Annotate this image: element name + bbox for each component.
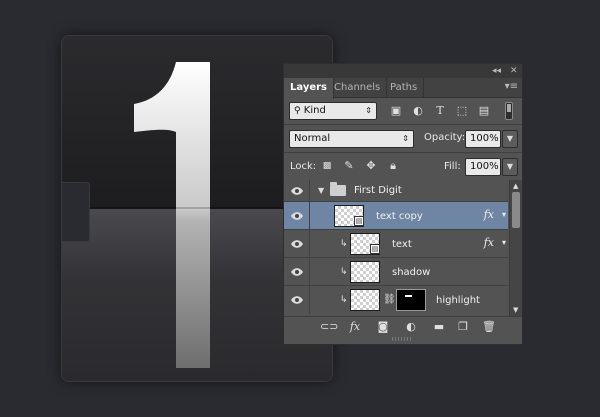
- image-filter-icon[interactable]: ▣: [389, 104, 403, 118]
- panel-menu-icon[interactable]: ▾≡: [505, 81, 518, 92]
- panel-titlebar: ◂◂ ✕: [284, 64, 522, 78]
- fx-badge[interactable]: fx: [484, 208, 494, 221]
- scrollbar-thumb[interactable]: [512, 192, 520, 228]
- layer-row-text[interactable]: ↳ ▤ text fx ▾: [284, 230, 508, 258]
- layers-list: ▼ First Digit ▤ text copy fx ▾ ↳ ▤ text …: [284, 180, 508, 316]
- clipping-arrow-icon: ↳: [340, 239, 348, 249]
- layer-name: text: [392, 239, 412, 250]
- visibility-column: [284, 286, 310, 314]
- eye-icon[interactable]: [290, 295, 304, 305]
- separator: [284, 124, 522, 125]
- layer-row-shadow[interactable]: ↳ shadow: [284, 258, 508, 286]
- filter-row: ⚲ Kind ⇕ ▣ ◐ T ⬚ ▤: [289, 102, 517, 120]
- layer-thumbnail: [350, 289, 380, 311]
- close-icon[interactable]: ✕: [510, 65, 518, 77]
- panel-resize-grip[interactable]: [392, 337, 412, 341]
- eye-icon[interactable]: [290, 267, 304, 277]
- mask-link-icon[interactable]: ⛓︎: [383, 294, 396, 305]
- filter-toggle[interactable]: [505, 102, 513, 120]
- folder-icon: [330, 182, 346, 196]
- opacity-label: Opacity:: [424, 132, 466, 143]
- eye-icon[interactable]: [290, 211, 304, 221]
- tab-channels[interactable]: Channels: [328, 78, 388, 98]
- lock-transparent-icon[interactable]: ▩: [320, 159, 334, 173]
- link-icon[interactable]: ⊂⊃: [320, 320, 338, 334]
- layer-name: highlight: [436, 295, 480, 306]
- opacity-dropdown-button[interactable]: ▼: [502, 130, 518, 148]
- clipping-arrow-icon: ↳: [340, 267, 348, 277]
- visibility-column: [284, 202, 310, 229]
- smart-object-badge-icon: ▤: [354, 216, 364, 226]
- layer-name: First Digit: [354, 185, 402, 196]
- eye-icon[interactable]: [290, 186, 304, 196]
- lock-image-icon[interactable]: ✎: [342, 159, 356, 173]
- adjustment-filter-icon[interactable]: ◐: [411, 104, 425, 118]
- clipping-arrow-icon: ↳: [340, 295, 348, 305]
- fill-input[interactable]: 100%: [465, 158, 501, 176]
- updown-arrow-icon: ⇕: [365, 106, 372, 115]
- fx-badge[interactable]: fx: [484, 236, 494, 249]
- expand-effects-icon[interactable]: ▾: [502, 238, 506, 247]
- digit-one-shape: [134, 62, 210, 368]
- smart-object-badge-icon: ▤: [370, 244, 380, 254]
- layer-name: shadow: [392, 267, 431, 278]
- panel-tabbar: Layers Channels Paths ▾≡: [284, 78, 522, 99]
- eye-icon[interactable]: [290, 239, 304, 249]
- visibility-column: [284, 230, 310, 257]
- trash-icon[interactable]: 🗑︎: [482, 320, 496, 334]
- panel-bottom-toolbar: ⊂⊃ fx ◙ ◐ ▬ ❐ 🗑︎: [284, 316, 522, 336]
- adjustment-icon[interactable]: ◐: [404, 320, 418, 334]
- layer-thumbnail: [350, 261, 380, 283]
- layer-mask-thumbnail[interactable]: [396, 289, 426, 311]
- visibility-column: [284, 258, 310, 285]
- layers-scrollbar[interactable]: ▲ ▼: [509, 180, 522, 316]
- expand-triangle-icon[interactable]: ▼: [318, 186, 324, 195]
- separator: [284, 152, 522, 153]
- blend-mode-select[interactable]: Normal ⇕: [289, 130, 414, 148]
- fill-dropdown-button[interactable]: ▼: [502, 158, 518, 176]
- opacity-input[interactable]: 100%: [465, 130, 501, 148]
- layer-row-text-copy[interactable]: ▤ text copy fx ▾: [284, 202, 508, 230]
- scroll-down-icon[interactable]: ▼: [513, 306, 518, 314]
- folder-icon[interactable]: ▬: [432, 320, 446, 334]
- filter-kind-select[interactable]: ⚲ Kind ⇕: [289, 102, 377, 120]
- mask-icon[interactable]: ◙: [376, 320, 390, 334]
- updown-arrow-icon: ⇕: [402, 134, 409, 143]
- lock-position-icon[interactable]: ✥: [364, 159, 378, 173]
- search-icon: ⚲: [294, 106, 301, 116]
- tab-layers[interactable]: Layers: [284, 78, 334, 99]
- visibility-column: [284, 180, 310, 201]
- fill-label: Fill:: [444, 161, 461, 172]
- tab-paths[interactable]: Paths: [384, 78, 425, 98]
- expand-effects-icon[interactable]: ▾: [502, 210, 506, 219]
- layer-row-first-digit[interactable]: ▼ First Digit: [284, 180, 508, 202]
- new-layer-icon[interactable]: ❐: [456, 320, 470, 334]
- scroll-up-icon[interactable]: ▲: [513, 182, 518, 190]
- filter-kind-label: Kind: [303, 105, 326, 116]
- shape-filter-icon[interactable]: ⬚: [455, 104, 469, 118]
- smart-object-filter-icon[interactable]: ▤: [477, 104, 491, 118]
- fx-icon[interactable]: fx: [348, 320, 362, 334]
- layers-panel: ◂◂ ✕ Layers Channels Paths ▾≡ ⚲ Kind ⇕ ▣…: [283, 63, 523, 345]
- layer-row-highlight[interactable]: ↳ ⛓︎ highlight: [284, 286, 508, 314]
- layer-name: text copy: [376, 211, 423, 222]
- double-chevron-icon[interactable]: ◂◂: [492, 65, 501, 77]
- type-filter-icon[interactable]: T: [433, 104, 447, 118]
- lock-label: Lock:: [290, 161, 317, 172]
- lock-all-icon[interactable]: 🔒︎: [386, 159, 400, 173]
- blend-mode-value: Normal: [294, 133, 331, 144]
